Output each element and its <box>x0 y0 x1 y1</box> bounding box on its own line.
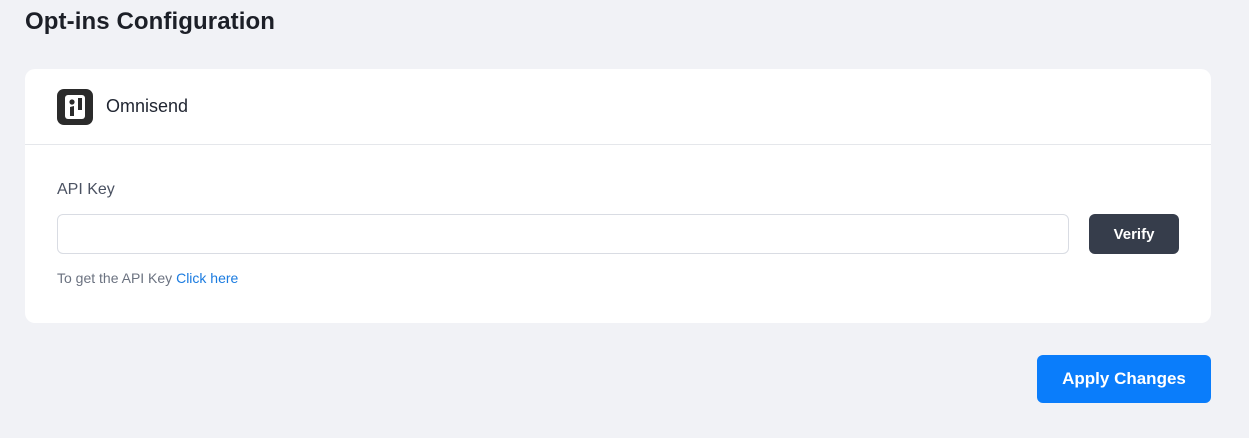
verify-button[interactable]: Verify <box>1089 214 1179 254</box>
api-key-input[interactable] <box>57 214 1069 254</box>
api-key-label: API Key <box>57 181 115 198</box>
apply-changes-button[interactable]: Apply Changes <box>1037 355 1211 403</box>
click-here-link[interactable]: Click here <box>176 270 238 286</box>
help-text-label: To get the API Key <box>57 270 177 286</box>
help-text: To get the API Key Click here <box>57 270 238 286</box>
card-header: Omnisend <box>25 69 1211 145</box>
provider-name: Omnisend <box>106 96 189 116</box>
page-title: Opt-ins Configuration <box>25 8 276 35</box>
omnisend-logo-icon <box>57 88 93 125</box>
omnisend-config-card: Omnisend API Key Verify To get the API K… <box>25 69 1211 323</box>
